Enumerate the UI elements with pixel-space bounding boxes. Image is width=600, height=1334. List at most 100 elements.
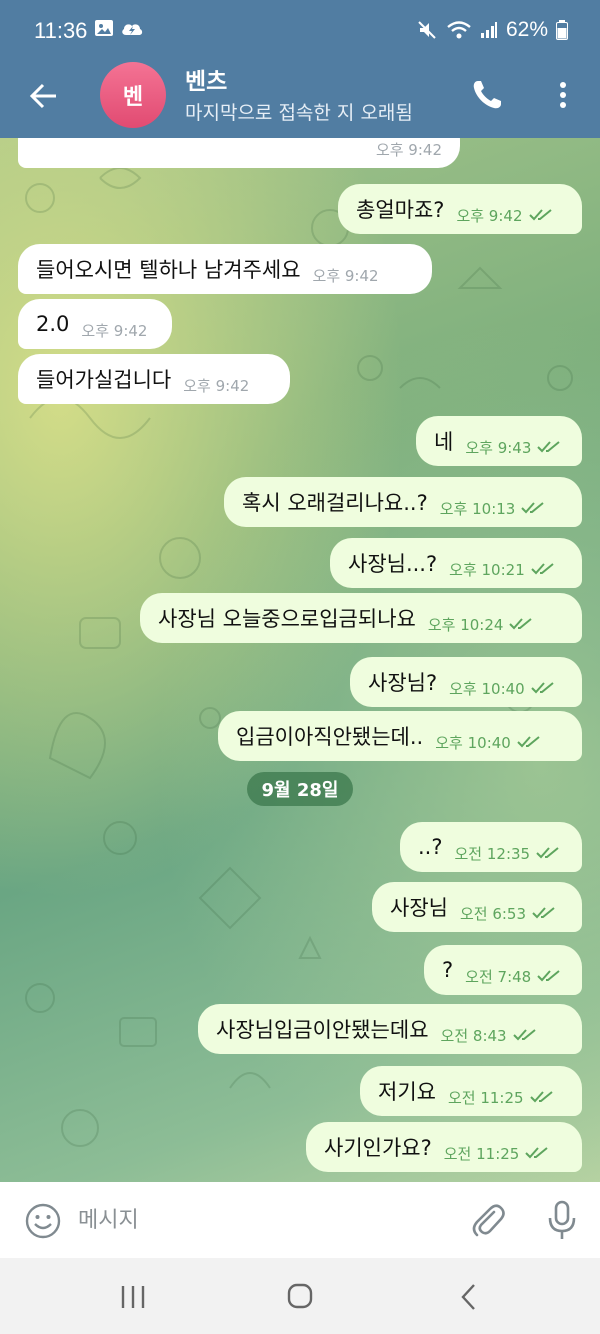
double-check-icon [536,847,559,859]
message-bubble[interactable]: 들어가실겁니다 오후 9:42 [18,354,290,404]
message-text: ..? [418,835,443,859]
message-time: 오후 10:21 [449,560,525,579]
message-bubble[interactable]: 2.0 오후 9:42 [18,299,172,349]
message-text: 들어오시면 텔하나 남겨주세요 [36,258,301,282]
message-meta: 오후 9:43 [465,437,561,458]
double-check-icon [537,441,561,453]
microphone-button[interactable] [546,1200,578,1242]
message-bubble[interactable]: 들어오시면 텔하나 남겨주세요 오후 9:42 [18,244,432,294]
message-time: 오후 10:40 [435,733,511,752]
message-time: 오후 10:13 [439,499,516,518]
message-text: 2.0 [36,312,70,336]
recent-apps-icon [121,1286,145,1308]
cloud-notification-icon [120,18,144,38]
double-check-icon [529,1091,553,1103]
message-bubble[interactable]: 사장님...? 오후 10:21 [330,538,582,588]
message-meta: 오후 9:42 [376,139,442,160]
message-time: 오전 7:48 [465,967,532,986]
message-meta: 오후 10:40 [449,678,555,699]
message-meta: 오후 10:21 [449,559,555,580]
message-text: 사장님입금이안됐는데요 [216,1018,429,1042]
message-time: 오후 10:40 [449,679,525,698]
message-time: 오후 9:42 [183,376,250,395]
phone-icon [473,81,501,109]
message-time: 오전 11:25 [443,1144,520,1163]
message-meta: 오후 9:42 [81,320,147,341]
recent-apps-button[interactable] [118,1284,148,1310]
message-bubble[interactable]: 저기요 오전 11:25 [360,1066,582,1116]
back-button[interactable] [24,76,64,116]
message-text: 사장님? [368,671,438,695]
battery-percent: 62% [505,18,548,41]
microphone-icon [548,1200,576,1239]
message-time: 오후 9:42 [81,321,148,340]
message-bubble[interactable]: 사기인가요? 오전 11:25 [306,1122,582,1172]
message-text: ? [442,958,454,982]
message-meta: 오후 9:42 [313,265,379,286]
message-text: 들어가실겁니다 [36,368,172,392]
contact-name[interactable]: 벤츠 [185,62,227,96]
battery-icon [556,20,568,40]
message-meta: 오후 9:42 [183,375,249,396]
contact-status: 마지막으로 접속한 지 오래됨 [185,102,413,124]
status-bar: 11:36 62% [0,0,600,62]
message-meta: 오후 10:40 [435,732,541,753]
message-bubble[interactable]: 혹시 오래걸리나요..? 오후 10:13 [224,477,582,527]
system-navigation-bar [0,1258,600,1334]
more-button[interactable] [552,78,574,112]
attach-button[interactable] [468,1200,506,1240]
emoji-icon [25,1203,61,1239]
message-meta: 오후 10:13 [440,498,546,519]
double-check-icon [537,970,560,982]
double-check-icon [532,907,555,919]
avatar[interactable]: 벤 [100,62,166,128]
message-input[interactable] [78,1200,438,1240]
message-text: 입금이아직안됐는데.. [236,725,424,749]
message-bubble[interactable]: 네 오후 9:43 [416,416,582,466]
message-text: 사장님...? [348,552,438,576]
message-meta: 오후 10:24 [428,614,534,635]
message-meta: 오전 11:25 [444,1143,550,1164]
chat-area[interactable]: 오후 9:42 총얼마죠? 오후 9:42 들어오시면 텔하나 남겨주세요 오후… [0,138,600,1182]
message-text: 총얼마죠? [356,198,445,222]
message-meta: 오전 12:35 [455,843,561,864]
message-bubble[interactable]: 총얼마죠? 오후 9:42 [338,184,582,234]
message-composer [0,1182,600,1258]
double-check-icon [531,682,554,694]
message-bubble[interactable]: 사장님? 오후 10:40 [350,657,582,707]
call-button[interactable] [470,78,504,112]
message-meta: 오전 11:25 [448,1087,554,1108]
message-text: 네 [434,430,454,454]
mute-icon [416,19,438,41]
message-bubble[interactable]: 사장님 오늘중으로입금되나요 오후 10:24 [140,593,582,643]
double-check-icon [521,502,544,514]
back-arrow-icon [29,83,56,109]
double-check-icon [509,618,533,630]
more-vert-icon [560,82,566,108]
message-bubble[interactable]: ..? 오전 12:35 [400,822,582,872]
message-time: 오전 11:25 [447,1088,524,1107]
message-time: 오전 8:43 [440,1026,507,1045]
paperclip-icon [472,1204,505,1237]
message-time: 오후 9:43 [465,438,532,457]
system-back-button[interactable] [458,1282,480,1312]
avatar-letter: 벤 [122,85,144,110]
double-check-icon [531,563,554,575]
message-bubble[interactable]: ? 오전 7:48 [424,945,582,995]
message-time: 오전 12:35 [454,844,531,863]
message-bubble[interactable]: 사장님입금이안됐는데요 오전 8:43 [198,1004,582,1054]
message-time: 오후 9:42 [375,140,442,159]
message-time: 오전 6:53 [459,904,527,923]
home-button[interactable] [286,1282,314,1310]
date-separator: 9월 28일 [247,772,353,806]
signal-icon [480,21,498,39]
emoji-button[interactable] [24,1202,62,1240]
double-check-icon [517,736,540,748]
message-bubble[interactable]: 입금이아직안됐는데.. 오후 10:40 [218,711,582,761]
message-meta: 오전 8:43 [441,1025,537,1046]
message-bubble[interactable]: 오후 9:42 [18,138,460,168]
chat-header: 벤 벤츠 마지막으로 접속한 지 오래됨 [0,62,600,138]
message-bubble[interactable]: 사장님 오전 6:53 [372,882,582,932]
message-time: 오후 9:42 [312,266,379,285]
message-meta: 오전 6:53 [460,903,556,924]
